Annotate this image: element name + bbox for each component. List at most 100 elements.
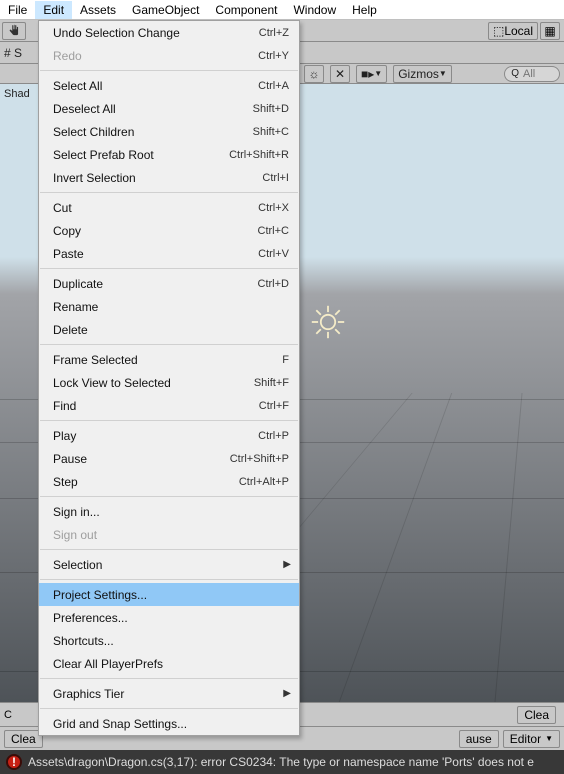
snap-button[interactable]: ▦ bbox=[540, 22, 560, 40]
menu-item-graphics-tier[interactable]: Graphics Tier▶ bbox=[39, 682, 299, 705]
menu-item-select-prefab-root[interactable]: Select Prefab RootCtrl+Shift+R bbox=[39, 143, 299, 166]
chevron-down-icon: ▼ bbox=[374, 69, 382, 78]
menu-item-delete[interactable]: Delete bbox=[39, 318, 299, 341]
editor-label: Editor bbox=[510, 732, 541, 746]
menu-item-select-all[interactable]: Select AllCtrl+A bbox=[39, 74, 299, 97]
menu-item-copy[interactable]: CopyCtrl+C bbox=[39, 219, 299, 242]
menu-item-shortcut: Shift+D bbox=[253, 103, 289, 115]
menu-item-label: Rename bbox=[53, 300, 289, 314]
hand-tool-button[interactable] bbox=[2, 22, 26, 40]
hierarchy-item[interactable]: Shad bbox=[4, 88, 30, 100]
menu-item-label: Select Children bbox=[53, 125, 253, 139]
menu-item-project-settings[interactable]: Project Settings... bbox=[39, 583, 299, 606]
menu-item-find[interactable]: FindCtrl+F bbox=[39, 394, 299, 417]
viewport-tool-button[interactable]: ✕ bbox=[330, 65, 350, 83]
gizmos-label: Gizmos bbox=[398, 67, 439, 81]
menu-item-shortcut: Ctrl+X bbox=[258, 202, 289, 214]
camera-icon: ■▸ bbox=[361, 67, 374, 81]
menu-item-cut[interactable]: CutCtrl+X bbox=[39, 196, 299, 219]
menu-item-label: Select Prefab Root bbox=[53, 148, 229, 162]
menu-separator bbox=[40, 678, 298, 679]
chevron-right-icon: ▶ bbox=[283, 559, 291, 570]
clear-button[interactable]: Clea bbox=[4, 730, 43, 748]
menu-item-step[interactable]: StepCtrl+Alt+P bbox=[39, 470, 299, 493]
menu-item-label: Shortcuts... bbox=[53, 634, 289, 648]
menu-item-clear-all-playerprefs[interactable]: Clear All PlayerPrefs bbox=[39, 652, 299, 675]
scene-label: # S bbox=[4, 46, 22, 60]
error-text: Assets\dragon\Dragon.cs(3,17): error CS0… bbox=[28, 755, 534, 769]
menu-item-label: Delete bbox=[53, 323, 289, 337]
menu-item-label: Selection bbox=[53, 558, 289, 572]
menu-item-label: Cut bbox=[53, 201, 258, 215]
menu-item-sign-in[interactable]: Sign in... bbox=[39, 500, 299, 523]
menu-item-label: Clear All PlayerPrefs bbox=[53, 657, 289, 671]
menu-item-shortcut: Ctrl+D bbox=[258, 278, 289, 290]
console-error-row[interactable]: ! Assets\dragon\Dragon.cs(3,17): error C… bbox=[0, 750, 564, 774]
editor-dropdown[interactable]: Editor ▼ bbox=[503, 730, 560, 748]
menu-item-label: Preferences... bbox=[53, 611, 289, 625]
menu-item-label: Play bbox=[53, 429, 258, 443]
local-icon: ⬚ bbox=[493, 24, 504, 38]
menu-item-redo: RedoCtrl+Y bbox=[39, 44, 299, 67]
menu-component[interactable]: Component bbox=[207, 1, 285, 19]
sun-icon bbox=[310, 304, 346, 340]
menu-item-paste[interactable]: PasteCtrl+V bbox=[39, 242, 299, 265]
menu-gameobject[interactable]: GameObject bbox=[124, 1, 207, 19]
menu-item-shortcut: Ctrl+F bbox=[259, 400, 289, 412]
menu-item-select-children[interactable]: Select ChildrenShift+C bbox=[39, 120, 299, 143]
error-icon: ! bbox=[6, 754, 22, 770]
menu-item-label: Step bbox=[53, 475, 239, 489]
gizmos-dropdown[interactable]: Gizmos ▼ bbox=[393, 65, 452, 83]
menu-item-shortcut: Shift+F bbox=[254, 377, 289, 389]
directional-light-gizmo[interactable] bbox=[310, 304, 346, 340]
menu-item-label: Deselect All bbox=[53, 102, 253, 116]
clear-button-partial[interactable]: Clea bbox=[517, 706, 556, 724]
pause-button-partial[interactable]: ause bbox=[459, 730, 499, 748]
viewport-search[interactable]: Q bbox=[504, 66, 560, 82]
menu-item-lock-view-to-selected[interactable]: Lock View to SelectedShift+F bbox=[39, 371, 299, 394]
search-icon: Q bbox=[511, 68, 519, 79]
menu-item-grid-and-snap-settings[interactable]: Grid and Snap Settings... bbox=[39, 712, 299, 735]
local-toggle[interactable]: ⬚ Local bbox=[488, 22, 538, 40]
menu-item-shortcut: Ctrl+V bbox=[258, 248, 289, 260]
console-tab-label: C bbox=[4, 709, 12, 721]
menu-separator bbox=[40, 708, 298, 709]
menu-item-play[interactable]: PlayCtrl+P bbox=[39, 424, 299, 447]
menu-item-undo-selection-change[interactable]: Undo Selection ChangeCtrl+Z bbox=[39, 21, 299, 44]
menu-help[interactable]: Help bbox=[344, 1, 385, 19]
menubar: FileEditAssetsGameObjectComponentWindowH… bbox=[0, 0, 564, 20]
menu-item-pause[interactable]: PauseCtrl+Shift+P bbox=[39, 447, 299, 470]
menu-item-sign-out: Sign out bbox=[39, 523, 299, 546]
menu-assets[interactable]: Assets bbox=[72, 1, 124, 19]
menu-file[interactable]: File bbox=[0, 1, 35, 19]
viewport-settings-button[interactable]: ☼ bbox=[304, 65, 324, 83]
menu-edit[interactable]: Edit bbox=[35, 1, 72, 19]
grid-icon: ▦ bbox=[544, 24, 555, 38]
menu-item-rename[interactable]: Rename bbox=[39, 295, 299, 318]
menu-item-duplicate[interactable]: DuplicateCtrl+D bbox=[39, 272, 299, 295]
menu-item-invert-selection[interactable]: Invert SelectionCtrl+I bbox=[39, 166, 299, 189]
menu-separator bbox=[40, 344, 298, 345]
menu-item-label: Sign out bbox=[53, 528, 289, 542]
camera-dropdown[interactable]: ■▸▼ bbox=[356, 65, 387, 83]
menu-separator bbox=[40, 192, 298, 193]
menu-item-shortcut: Ctrl+Y bbox=[258, 50, 289, 62]
menu-item-deselect-all[interactable]: Deselect AllShift+D bbox=[39, 97, 299, 120]
chevron-down-icon: ▼ bbox=[439, 69, 447, 78]
menu-item-shortcut: Ctrl+Shift+P bbox=[230, 453, 289, 465]
menu-item-preferences[interactable]: Preferences... bbox=[39, 606, 299, 629]
search-input[interactable] bbox=[523, 68, 553, 80]
menu-item-label: Duplicate bbox=[53, 277, 258, 291]
menu-separator bbox=[40, 420, 298, 421]
menu-window[interactable]: Window bbox=[285, 1, 344, 19]
menu-item-selection[interactable]: Selection▶ bbox=[39, 553, 299, 576]
menu-item-shortcuts[interactable]: Shortcuts... bbox=[39, 629, 299, 652]
menu-item-frame-selected[interactable]: Frame SelectedF bbox=[39, 348, 299, 371]
menu-item-label: Redo bbox=[53, 49, 258, 63]
menu-item-shortcut: Ctrl+Z bbox=[259, 27, 289, 39]
menu-separator bbox=[40, 579, 298, 580]
menu-item-label: Paste bbox=[53, 247, 258, 261]
menu-item-shortcut: Ctrl+C bbox=[258, 225, 289, 237]
menu-item-shortcut: Ctrl+Alt+P bbox=[239, 476, 289, 488]
hand-icon bbox=[7, 24, 21, 38]
